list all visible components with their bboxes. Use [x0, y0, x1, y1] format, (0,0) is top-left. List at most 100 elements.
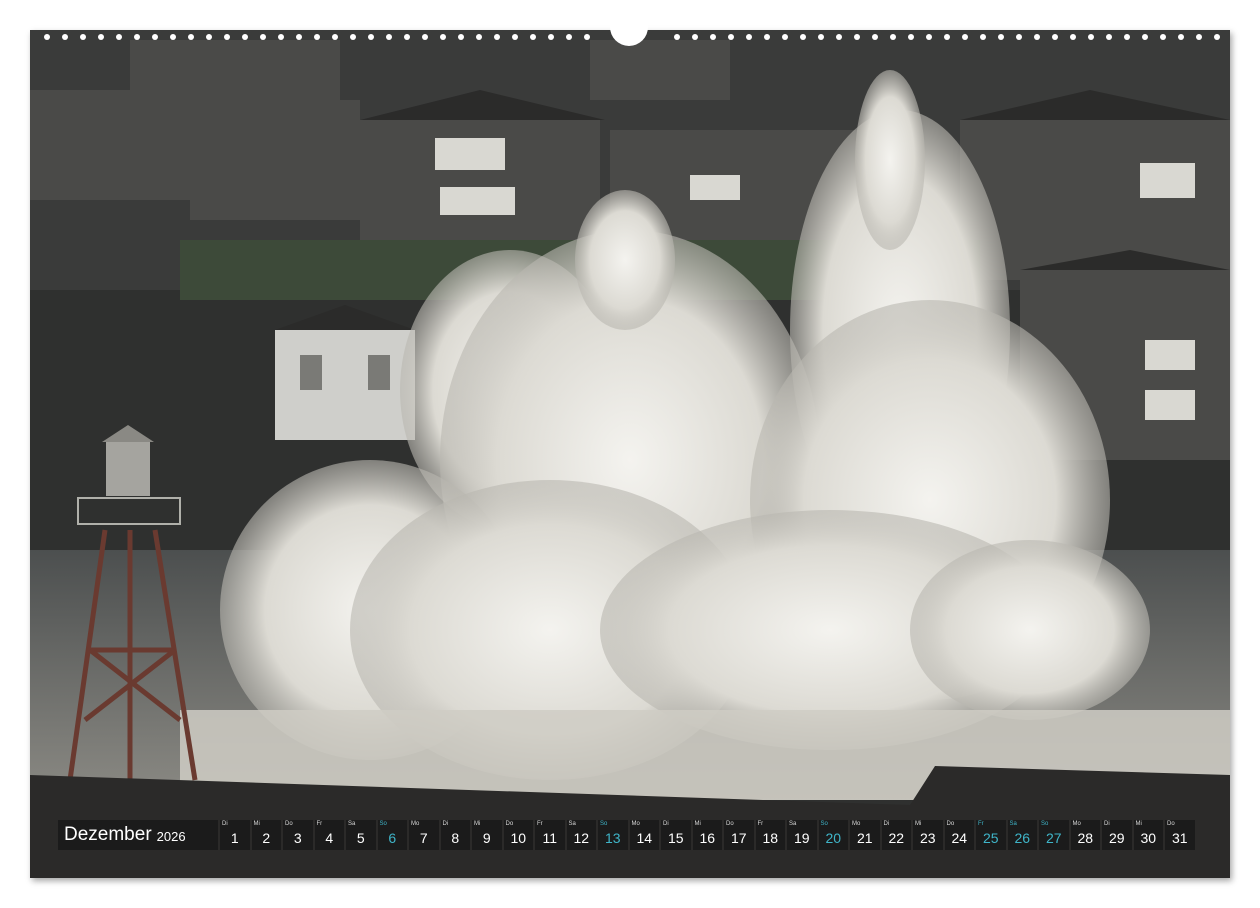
day-cell: Mo 14 — [629, 820, 659, 850]
day-abbr: Mo — [411, 821, 420, 827]
day-number: 7 — [419, 830, 428, 846]
day-cells: Di 1 Mi 2 Do 3 Fr 4 Sa 5 So 6 Mo 7 Di 8 Mi 9 Do 10 Fr 11 Sa 12 S… — [220, 820, 1195, 850]
binding-hole — [368, 34, 374, 40]
binding-hole — [1160, 34, 1166, 40]
binding-hole — [224, 34, 230, 40]
day-cell: Mi 9 — [472, 820, 502, 850]
binding-hole — [134, 34, 140, 40]
day-number: 27 — [1045, 830, 1062, 846]
day-cell: Sa 5 — [346, 820, 376, 850]
binding-hole — [998, 34, 1004, 40]
day-cell: Di 1 — [220, 820, 250, 850]
day-abbr: Di — [663, 821, 669, 827]
day-number: 24 — [951, 830, 968, 846]
binding-hole — [926, 34, 932, 40]
day-number: 8 — [451, 830, 460, 846]
day-abbr: Fr — [978, 821, 984, 827]
binding-hole — [1016, 34, 1022, 40]
binding-hole — [314, 34, 320, 40]
day-number: 25 — [982, 830, 999, 846]
day-abbr: Do — [946, 821, 955, 827]
binding-hole — [386, 34, 392, 40]
binding-hole — [98, 34, 104, 40]
day-cell: Fr 25 — [976, 820, 1006, 850]
binding-hole — [1124, 34, 1130, 40]
day-abbr: Sa — [348, 821, 356, 827]
binding-hole — [1106, 34, 1112, 40]
day-cell: Do 17 — [724, 820, 754, 850]
day-abbr: So — [379, 821, 387, 827]
binding-hole — [890, 34, 896, 40]
calendar-bar: Dezember 2026 Di 1 Mi 2 Do 3 Fr 4 Sa 5 So 6 Mo 7 Di 8 Mi… — [58, 820, 1195, 850]
binding-hole — [692, 34, 698, 40]
month-name: Dezember — [64, 824, 152, 845]
day-abbr: Sa — [568, 821, 576, 827]
day-abbr: Fr — [537, 821, 543, 827]
day-abbr: Di — [883, 821, 890, 827]
binding-hole — [1196, 34, 1202, 40]
day-cell: Do 10 — [503, 820, 533, 850]
binding-hole — [800, 34, 806, 40]
day-cell: Mi 16 — [692, 820, 722, 850]
binding-hole — [782, 34, 788, 40]
day-number: 18 — [762, 830, 779, 846]
day-number: 30 — [1140, 830, 1157, 846]
day-abbr: Mo — [1072, 821, 1081, 827]
day-cell: So 20 — [818, 820, 848, 850]
day-cell: Di 15 — [661, 820, 691, 850]
day-number: 22 — [888, 830, 905, 846]
day-number: 3 — [293, 830, 302, 846]
binding-hole — [512, 34, 518, 40]
day-number: 12 — [573, 830, 590, 846]
day-number: 23 — [919, 830, 936, 846]
binding-hole — [188, 34, 194, 40]
day-cell: Sa 19 — [787, 820, 817, 850]
day-number: 10 — [510, 830, 527, 846]
binding-hole — [62, 34, 68, 40]
binding-hole — [944, 34, 950, 40]
day-cell: Fr 18 — [755, 820, 785, 850]
binding-hole — [260, 34, 266, 40]
day-abbr: Mo — [631, 821, 640, 827]
binding-hole — [746, 34, 752, 40]
binding-hole — [728, 34, 734, 40]
binding-hole — [566, 34, 572, 40]
binding-hole — [818, 34, 824, 40]
day-abbr: Mi — [253, 821, 260, 827]
day-cell: Sa 12 — [566, 820, 596, 850]
binding-hole — [350, 34, 356, 40]
binding-hole — [422, 34, 428, 40]
binding-hole — [1088, 34, 1094, 40]
day-abbr: Fr — [757, 821, 764, 827]
day-abbr: Mi — [1135, 821, 1142, 827]
day-cell: Fr 4 — [314, 820, 344, 850]
day-cell: Mo 7 — [409, 820, 439, 850]
day-cell: Di 8 — [440, 820, 470, 850]
binding-hole — [674, 34, 680, 40]
day-number: 1 — [230, 830, 239, 846]
binding-hole — [440, 34, 446, 40]
day-cell: So 13 — [598, 820, 628, 850]
day-abbr: Di — [222, 821, 228, 827]
binding-hole — [152, 34, 158, 40]
binding-hole — [458, 34, 464, 40]
binding-hole — [1034, 34, 1040, 40]
day-cell: Do 3 — [283, 820, 313, 850]
day-abbr: Di — [442, 821, 449, 827]
binding-hole — [854, 34, 860, 40]
binding-hole — [710, 34, 716, 40]
binding-holes — [30, 24, 1230, 46]
day-number: 16 — [699, 830, 716, 846]
day-number: 4 — [325, 830, 334, 846]
day-number: 21 — [856, 830, 873, 846]
day-abbr: Do — [1167, 821, 1175, 827]
day-number: 28 — [1077, 830, 1094, 846]
day-number: 11 — [542, 830, 558, 846]
month-year: 2026 — [156, 829, 186, 844]
binding-hole — [584, 34, 590, 40]
day-abbr: Do — [285, 821, 293, 827]
day-cell: Mo 28 — [1070, 820, 1100, 850]
day-cell: So 27 — [1039, 820, 1069, 850]
day-cell: Di 22 — [881, 820, 911, 850]
day-cell: Mo 21 — [850, 820, 880, 850]
